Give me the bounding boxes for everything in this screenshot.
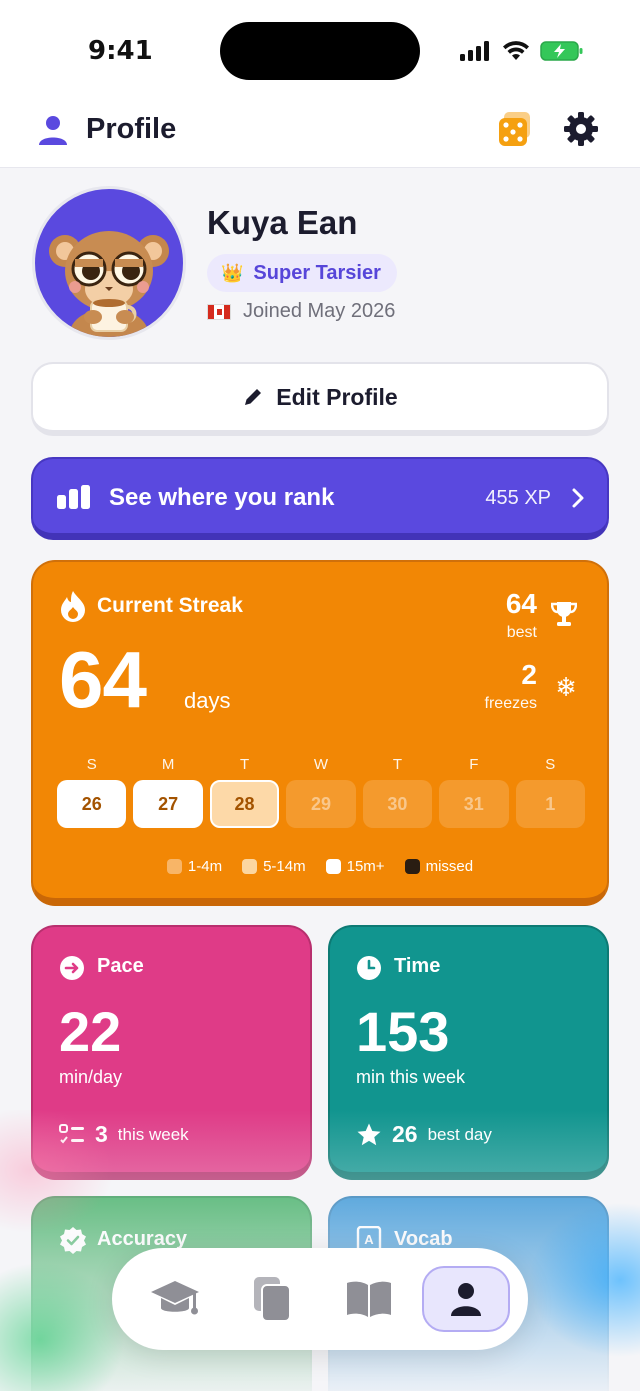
legend-label: missed: [425, 858, 474, 875]
legend-item: 5-14m: [242, 858, 306, 875]
day-cell: 1: [515, 780, 585, 828]
legend-item: missed: [404, 858, 474, 875]
tab-learn[interactable]: [131, 1266, 219, 1332]
page-title: Profile: [86, 113, 177, 145]
flame-icon: [61, 591, 85, 622]
joined-date: Joined May 2026: [243, 300, 396, 322]
pace-footer: 3 this week: [59, 1121, 189, 1148]
time-value: 153: [356, 1000, 450, 1063]
legend-swatch: [166, 859, 182, 874]
chevron-right-icon: [572, 488, 584, 508]
legend-item: 15m+: [325, 858, 385, 875]
tab-library[interactable]: [325, 1266, 413, 1332]
avatar[interactable]: [32, 186, 186, 340]
week-calendar: S 26 M 27 T 28 W 29 T 30 F 31 S 1: [57, 756, 585, 828]
svg-text:A: A: [364, 1232, 374, 1247]
pace-title: Pace: [97, 955, 144, 977]
streak-count: 64: [59, 635, 147, 724]
status-time: 9:41: [88, 36, 153, 66]
day-cell[interactable]: 27: [133, 780, 203, 828]
person-icon: [39, 116, 67, 145]
best-streak-label: best: [506, 624, 537, 641]
battery-charging-icon: [540, 41, 583, 61]
status-icons: [460, 40, 584, 62]
canada-flag-icon: [207, 303, 231, 320]
dice-icon[interactable]: [496, 110, 534, 148]
day-cell: 31: [439, 780, 509, 828]
rank-label: See where you rank: [109, 484, 335, 511]
trophy-icon: [551, 602, 577, 626]
streak-unit: days: [184, 688, 231, 713]
day-cell: 30: [362, 780, 433, 828]
time-foot-label: best day: [427, 1124, 492, 1144]
time-card[interactable]: Time 153 min this week 26 best day: [328, 925, 609, 1180]
streak-title: Current Streak: [97, 594, 243, 617]
day-letter: S: [545, 756, 556, 773]
pace-foot-value: 3: [95, 1121, 108, 1147]
day-letter: T: [239, 756, 250, 773]
pace-value: 22: [59, 1000, 122, 1063]
status-bar: 9:41: [0, 0, 640, 100]
leaderboard-button[interactable]: See where you rank 455 XP: [31, 457, 609, 540]
profile-name: Kuya Ean: [207, 204, 358, 241]
day-letter: F: [469, 756, 479, 773]
person-icon: [450, 1283, 481, 1316]
tarsier-avatar-icon: [49, 231, 169, 337]
badge-label: Super Tarsier: [253, 261, 381, 284]
legend-label: 5-14m: [263, 858, 306, 875]
clock-icon: [357, 956, 381, 980]
star-icon: [357, 1123, 381, 1145]
legend-swatch: [242, 859, 258, 874]
graduation-cap-icon: [150, 1281, 199, 1315]
edit-profile-button[interactable]: Edit Profile: [31, 362, 609, 436]
pace-card[interactable]: Pace 22 min/day 3 this week: [31, 925, 312, 1180]
joined-row: Joined May 2026: [207, 300, 395, 323]
time-unit: min this week: [356, 1067, 466, 1087]
cards-icon: [253, 1277, 291, 1322]
wifi-icon: [503, 41, 529, 60]
xp-value: 455 XP: [485, 487, 551, 509]
gear-icon[interactable]: [562, 110, 600, 148]
time-title: Time: [394, 955, 441, 977]
snowflake-icon: ❄: [555, 672, 577, 702]
day-letter: T: [392, 756, 402, 773]
legend-item: 1-4m: [166, 858, 223, 875]
day-cell[interactable]: 26: [57, 780, 127, 828]
leaderboard-icon: [57, 485, 90, 509]
verified-badge-icon: [60, 1227, 86, 1254]
pace-foot-label: this week: [117, 1124, 189, 1144]
rank-badge: 👑 Super Tarsier: [207, 254, 397, 292]
legend-label: 1-4m: [187, 858, 223, 875]
top-header: Profile: [0, 100, 640, 168]
day-letter: M: [161, 756, 175, 773]
bottom-tab-bar: [112, 1248, 528, 1350]
checklist-icon: [59, 1123, 84, 1143]
pace-unit: min/day: [59, 1067, 123, 1087]
crown-icon: 👑: [221, 262, 244, 283]
legend-swatch: [325, 859, 341, 874]
tab-profile[interactable]: [421, 1266, 510, 1332]
freezes-label: freezes: [484, 695, 537, 712]
time-foot-value: 26: [392, 1121, 418, 1147]
day-cell-today[interactable]: 28: [209, 780, 280, 828]
dynamic-island: [220, 22, 420, 80]
arrow-circle-icon: [60, 956, 84, 980]
streak-legend: 1-4m 5-14m 15m+ missed: [33, 858, 607, 875]
edit-profile-label: Edit Profile: [276, 383, 398, 410]
legend-label: 15m+: [346, 858, 385, 875]
cellular-signal-icon: [460, 41, 489, 61]
day-letter: W: [313, 756, 329, 773]
app-screen: 9:41 Profile Kuya Ean 👑 Super Tarsier Jo…: [0, 0, 640, 1391]
book-icon: [346, 1281, 391, 1317]
tab-cards[interactable]: [228, 1266, 316, 1332]
day-letter: S: [86, 756, 97, 773]
legend-swatch: [404, 859, 420, 874]
pencil-icon: [245, 389, 262, 405]
streak-card[interactable]: Current Streak 64 days 64 best 2 freezes…: [31, 560, 609, 906]
freezes-value: 2: [521, 659, 537, 690]
best-streak-value: 64: [505, 588, 537, 619]
day-cell: 29: [286, 780, 356, 828]
time-footer: 26 best day: [356, 1121, 492, 1148]
